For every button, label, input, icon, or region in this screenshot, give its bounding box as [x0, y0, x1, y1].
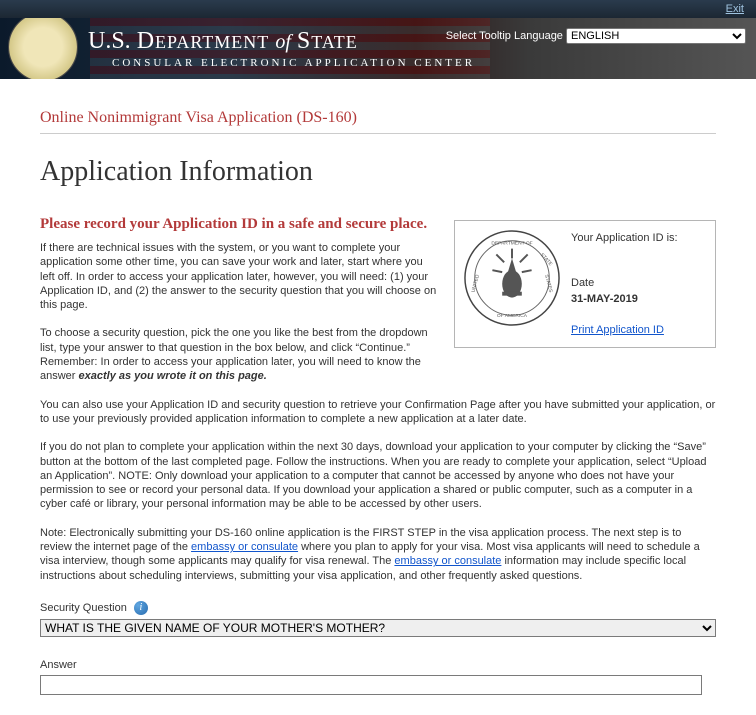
page-title: Application Information [40, 156, 716, 188]
application-id-label: Your Application ID is: [571, 231, 678, 246]
tooltip-lang-label: Select Tooltip Language [446, 30, 563, 42]
svg-text:OF AMERICA: OF AMERICA [497, 313, 528, 319]
date-label: Date [571, 276, 678, 291]
state-seal-icon [8, 18, 78, 79]
instruction-p5: Note: Electronically submitting your DS-… [40, 526, 716, 583]
answer-label: Answer [40, 659, 716, 671]
exit-link[interactable]: Exit [726, 3, 744, 15]
svg-text:DEPARTMENT OF: DEPARTMENT OF [491, 241, 532, 247]
instruction-p4: If you do not plan to complete your appl… [40, 440, 716, 511]
department-title: U.S. DEPARTMENT of STATE CONSULAR ELECTR… [88, 28, 475, 69]
answer-input[interactable] [40, 675, 702, 695]
state-seal-large-icon: DEPARTMENT OF OF AMERICA UNITED STATES S… [463, 229, 561, 327]
embassy-link-2[interactable]: embassy or consulate [394, 555, 501, 567]
security-question-select[interactable]: WHAT IS THE GIVEN NAME OF YOUR MOTHER'S … [40, 619, 716, 637]
page-subtitle: Online Nonimmigrant Visa Application (DS… [40, 109, 716, 127]
date-value: 31-MAY-2019 [571, 292, 678, 307]
instruction-p3: You can also use your Application ID and… [40, 398, 716, 427]
embassy-link-1[interactable]: embassy or consulate [191, 541, 298, 553]
security-question-label: Security Question [40, 602, 127, 614]
divider [40, 133, 716, 134]
application-id-box: DEPARTMENT OF OF AMERICA UNITED STATES S… [454, 220, 716, 348]
help-info-icon[interactable]: i [134, 601, 148, 615]
site-header: U.S. DEPARTMENT of STATE CONSULAR ELECTR… [0, 18, 756, 79]
tooltip-lang-select[interactable]: ENGLISH [566, 28, 746, 44]
print-application-id-link[interactable]: Print Application ID [571, 323, 664, 338]
